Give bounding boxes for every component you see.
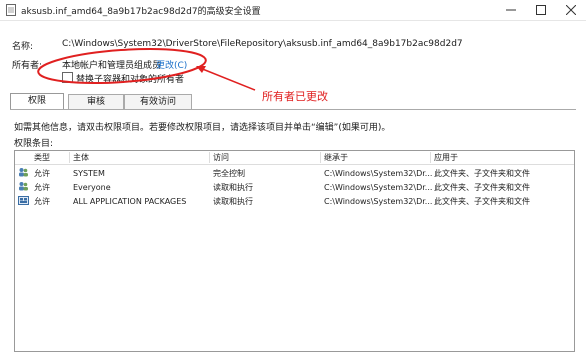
column-header-principal[interactable]: 主体 (73, 152, 89, 163)
arrow-head-icon (196, 66, 206, 73)
replace-owner-label: 替换子容器和对象的所有者 (76, 75, 185, 85)
annotation-arrow (199, 67, 256, 91)
tab-effective-access[interactable]: 有效访问 (124, 94, 192, 109)
title-bar: aksusb.inf_amd64_8a9b17b2ac98d2d7的高级安全设置 (0, 0, 586, 21)
name-label: 名称: (12, 42, 34, 52)
user-group-icon (19, 168, 28, 177)
row-type: 允许 (34, 197, 50, 206)
tab-permissions[interactable]: 权限 (10, 93, 64, 110)
window-title: aksusb.inf_amd64_8a9b17b2ac98d2d7的高级安全设置 (21, 7, 261, 17)
entries-label: 权限条目: (14, 139, 54, 149)
change-owner-link[interactable]: 更改(C) (156, 58, 187, 71)
tab-auditing[interactable]: 审核 (68, 94, 124, 109)
close-icon (566, 5, 576, 15)
column-header-access[interactable]: 访问 (213, 152, 229, 163)
permissions-table[interactable]: 类型 主体 访问 继承于 应用于 允许 SYSTEM 完全控制 C:\Windo… (14, 150, 575, 352)
name-value: C:\Windows\System32\DriverStore\FileRepo… (62, 39, 463, 49)
row-applies: 此文件夹、子文件夹和文件 (434, 183, 530, 192)
column-header-type[interactable]: 类型 (34, 152, 50, 163)
app-package-icon (18, 196, 29, 205)
column-header-inherited[interactable]: 继承于 (324, 152, 348, 163)
table-header: 类型 主体 访问 继承于 应用于 (15, 151, 574, 165)
row-access: 读取和执行 (213, 183, 253, 192)
row-access: 完全控制 (213, 169, 245, 178)
row-inherited: C:\Windows\System32\Dr... (324, 197, 433, 206)
name-row: 名称: (12, 39, 33, 52)
row-type: 允许 (34, 169, 50, 178)
minimize-icon (506, 9, 516, 11)
minimize-button[interactable] (496, 0, 526, 20)
tab-divider (10, 109, 576, 110)
user-group-icon (19, 182, 28, 191)
row-principal: ALL APPLICATION PACKAGES (73, 197, 187, 206)
replace-owner-checkbox[interactable] (62, 72, 73, 83)
table-row[interactable]: 允许 Everyone 读取和执行 C:\Windows\System32\Dr… (15, 180, 574, 194)
owner-value: 本地帐户和管理员组成员 (62, 61, 162, 71)
annotation-text: 所有者已更改 (262, 90, 328, 103)
table-row[interactable]: 允许 ALL APPLICATION PACKAGES 读取和执行 C:\Win… (15, 194, 574, 208)
info-text: 如需其他信息，请双击权限项目。若要修改权限项目，请选择该项目并单击“编辑”(如果… (14, 123, 391, 133)
owner-label: 所有者: (12, 61, 43, 71)
maximize-icon (536, 5, 546, 15)
close-button[interactable] (556, 0, 586, 20)
row-inherited: C:\Windows\System32\Dr... (324, 183, 433, 192)
row-principal: Everyone (73, 183, 111, 192)
row-type: 允许 (34, 183, 50, 192)
row-applies: 此文件夹、子文件夹和文件 (434, 169, 530, 178)
row-access: 读取和执行 (213, 197, 253, 206)
table-row[interactable]: 允许 SYSTEM 完全控制 C:\Windows\System32\Dr...… (15, 166, 574, 180)
row-principal: SYSTEM (73, 169, 105, 178)
row-inherited: C:\Windows\System32\Dr... (324, 169, 433, 178)
maximize-button[interactable] (526, 0, 556, 20)
row-applies: 此文件夹、子文件夹和文件 (434, 197, 530, 206)
column-header-applies[interactable]: 应用于 (434, 152, 458, 163)
folder-icon (6, 4, 16, 16)
